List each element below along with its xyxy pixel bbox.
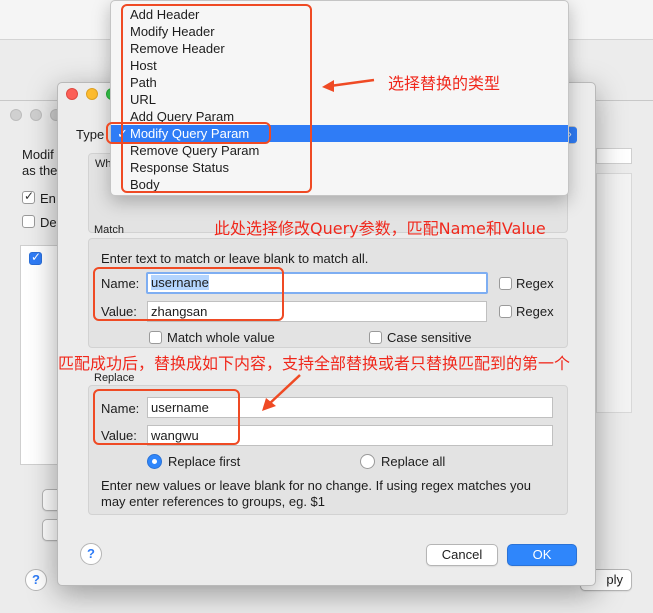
- arrow-head-1: [322, 80, 334, 92]
- annotation-note-type: 选择替换的类型: [388, 74, 501, 93]
- arrow-line-1: [329, 78, 375, 88]
- annotation-note-match: 此处选择修改Query参数，匹配Name和Value: [214, 219, 546, 238]
- annotation-note-replace: 匹配成功后，替换成如下内容，支持全部替换或者只替换匹配到的第一个: [58, 354, 571, 373]
- arrow-line-2: [267, 374, 301, 406]
- annotation-arrows: [262, 78, 375, 411]
